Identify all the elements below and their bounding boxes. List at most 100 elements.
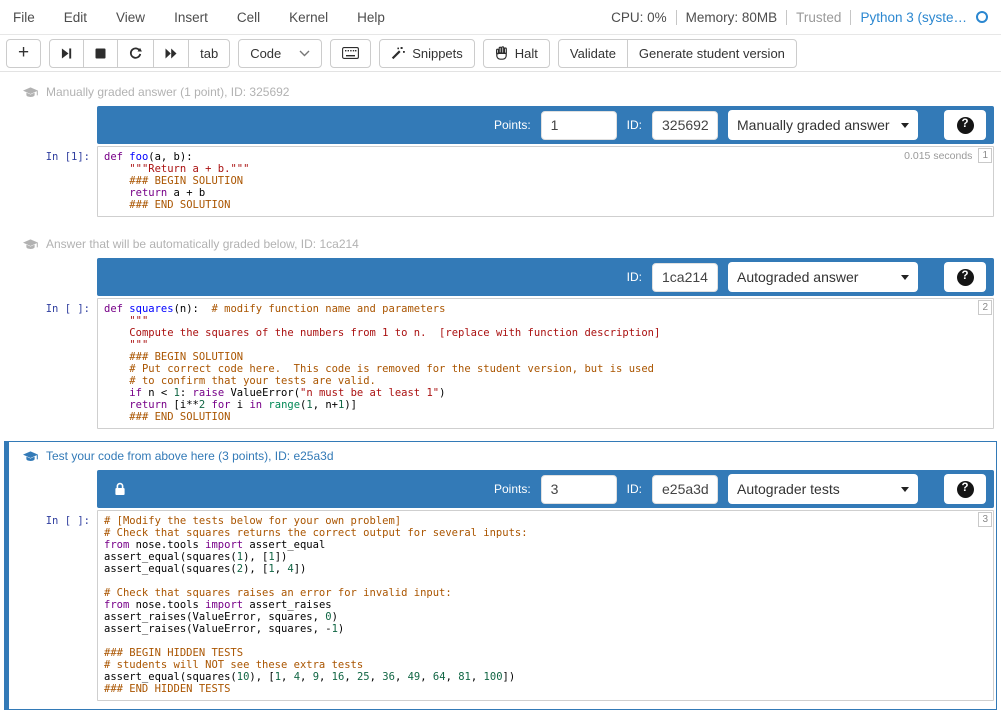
nbgrader-toolbar: Points: ID: Autograder tests ?: [97, 470, 994, 508]
cell-grade-type-value: Autograder tests: [737, 481, 840, 497]
question-icon: ?: [957, 269, 974, 286]
cell-manually-graded: Manually graded answer (1 point), ID: 32…: [4, 77, 997, 226]
trusted-badge: Trusted: [796, 10, 841, 25]
run-all-button[interactable]: [153, 39, 189, 68]
cell-grade-type-value: Manually graded answer: [737, 117, 890, 133]
notebook-area: Manually graded answer (1 point), ID: 32…: [0, 72, 1001, 710]
exec-time: 0.015 seconds: [904, 150, 972, 162]
id-input[interactable]: [652, 111, 718, 140]
caret-down-icon: [901, 487, 909, 492]
lock-icon: [114, 482, 126, 496]
points-input[interactable]: [541, 475, 617, 504]
cell-type-label: Code: [250, 46, 281, 61]
id-label: ID:: [627, 270, 642, 284]
cell-grade-summary: Test your code from above here (3 points…: [46, 449, 334, 463]
restart-icon: [129, 47, 142, 60]
menu-help[interactable]: Help: [357, 10, 385, 25]
code-editor[interactable]: def foo(a, b): """Return a + b.""" ### B…: [97, 146, 994, 217]
nbgrader-toolbar: Points: ID: Manually graded answer ?: [97, 106, 994, 144]
cell-grade-type-select[interactable]: Manually graded answer: [728, 110, 918, 140]
stop-icon: [95, 48, 106, 59]
cell-autograder-tests: Test your code from above here (3 points…: [4, 441, 997, 710]
nbgrader-header: Answer that will be automatically graded…: [23, 236, 994, 252]
cell-grade-type-value: Autograded answer: [737, 269, 858, 285]
input-prompt: In [ ]:: [11, 298, 97, 429]
mortarboard-icon: [23, 451, 38, 463]
id-input[interactable]: [652, 263, 718, 292]
menu-edit[interactable]: Edit: [64, 10, 87, 25]
nbgrader-toolbar: ID: Autograded answer ?: [97, 258, 994, 296]
code-cell-row: In [1]: def foo(a, b): """Return a + b."…: [11, 146, 994, 217]
cell-type-dropdown[interactable]: Code: [238, 39, 322, 68]
keyboard-icon: [342, 47, 359, 59]
input-prompt: In [1]:: [11, 146, 97, 217]
halt-label: Halt: [515, 46, 538, 61]
menu-file[interactable]: File: [13, 10, 35, 25]
insert-cell-button[interactable]: +: [6, 39, 41, 68]
cpu-usage: CPU: 0%: [611, 10, 667, 25]
help-button[interactable]: ?: [944, 474, 986, 504]
help-button[interactable]: ?: [944, 110, 986, 140]
validate-button[interactable]: Validate: [558, 39, 628, 68]
menu-kernel[interactable]: Kernel: [289, 10, 328, 25]
nbgrader-header: Manually graded answer (1 point), ID: 32…: [23, 84, 994, 100]
cell-meta: 0.015 seconds 1: [895, 147, 993, 165]
snippets-label: Snippets: [412, 46, 463, 61]
menu-bar: File Edit View Insert Cell Kernel Help C…: [0, 0, 1001, 35]
divider: [676, 10, 677, 25]
cell-number-badge: 3: [978, 512, 992, 527]
code-editor[interactable]: def squares(n): # modify function name a…: [97, 298, 994, 429]
id-label: ID:: [627, 118, 642, 132]
mortarboard-icon: [23, 87, 38, 99]
cell-number-badge: 1: [978, 148, 992, 163]
restart-kernel-button[interactable]: [117, 39, 154, 68]
halt-button[interactable]: Halt: [483, 39, 550, 68]
kernel-name[interactable]: Python 3 (syste…: [860, 10, 967, 25]
question-icon: ?: [957, 481, 974, 498]
code-cell-row: In [ ]: # [Modify the tests below for yo…: [11, 510, 994, 701]
menu-view[interactable]: View: [116, 10, 145, 25]
id-input[interactable]: [652, 475, 718, 504]
step-forward-icon: [61, 48, 72, 59]
generate-student-version-button[interactable]: Generate student version: [627, 39, 797, 68]
divider: [786, 10, 787, 25]
cell-grade-type-select[interactable]: Autograded answer: [728, 262, 918, 292]
stop-button[interactable]: [83, 39, 118, 68]
menu-cell[interactable]: Cell: [237, 10, 260, 25]
input-prompt: In [ ]:: [11, 510, 97, 701]
nbgrader-header: Test your code from above here (3 points…: [23, 448, 994, 464]
memory-usage: Memory: 80MB: [686, 10, 778, 25]
keyboard-shortcuts-button[interactable]: [330, 39, 371, 68]
plus-icon: +: [18, 43, 29, 62]
help-button[interactable]: ?: [944, 262, 986, 292]
wand-icon: [391, 46, 405, 60]
points-label: Points:: [494, 482, 531, 496]
id-label: ID:: [627, 482, 642, 496]
mortarboard-icon: [23, 239, 38, 251]
cell-grade-summary: Answer that will be automatically graded…: [46, 237, 359, 251]
caret-down-icon: [901, 123, 909, 128]
kernel-busy-icon: [976, 11, 988, 23]
points-input[interactable]: [541, 111, 617, 140]
cell-number-badge: 2: [978, 300, 992, 315]
cell-autograded-answer: Answer that will be automatically graded…: [4, 229, 997, 438]
menu-insert[interactable]: Insert: [174, 10, 208, 25]
points-label: Points:: [494, 118, 531, 132]
code-editor[interactable]: # [Modify the tests below for your own p…: [97, 510, 994, 701]
fast-forward-icon: [165, 48, 177, 59]
hand-icon: [495, 46, 508, 60]
cell-grade-summary: Manually graded answer (1 point), ID: 32…: [46, 85, 289, 99]
tab-button[interactable]: tab: [188, 39, 230, 68]
caret-down-icon: [901, 275, 909, 280]
notebook-toolbar: + tab Code Sni: [0, 35, 1001, 72]
cell-grade-type-select[interactable]: Autograder tests: [728, 474, 918, 504]
question-icon: ?: [957, 117, 974, 134]
chevron-down-icon: [299, 50, 310, 57]
cell-meta: 3: [969, 511, 993, 529]
run-cell-button[interactable]: [49, 39, 84, 68]
kernel-status-area: CPU: 0% Memory: 80MB Trusted Python 3 (s…: [611, 10, 988, 25]
code-cell-row: In [ ]: def squares(n): # modify functio…: [11, 298, 994, 429]
cell-meta: 2: [969, 299, 993, 317]
divider: [850, 10, 851, 25]
snippets-button[interactable]: Snippets: [379, 39, 475, 68]
